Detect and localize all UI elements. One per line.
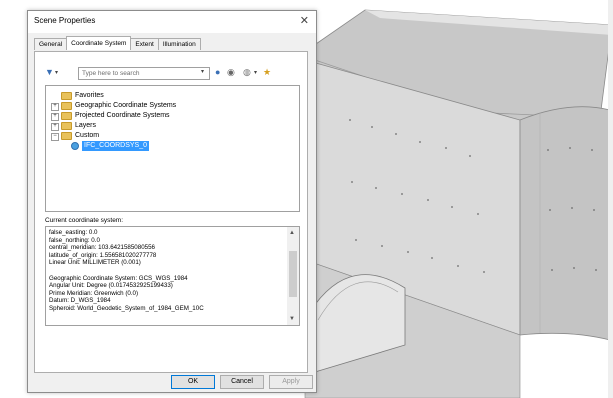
- search-icon[interactable]: ●: [215, 67, 220, 77]
- tab-strip: General Coordinate System Extent Illumin…: [34, 36, 201, 52]
- dialog-titlebar[interactable]: Scene Properties ✕: [28, 11, 316, 33]
- tree-item-label: Custom: [75, 132, 100, 139]
- info-line: false_northing: 0.0: [49, 236, 100, 244]
- coordinate-details-box[interactable]: false_easting: 0.0 false_northing: 0.0 c…: [45, 226, 300, 326]
- ok-button[interactable]: OK: [171, 375, 215, 389]
- vertical-scrollbar[interactable]: ▲ ▼: [287, 227, 299, 325]
- tree-item-label: Favorites: [75, 92, 104, 99]
- coordinate-tree[interactable]: Favorites + Geographic Coordinate System…: [45, 85, 300, 212]
- tab-coordinate-system[interactable]: Coordinate System: [66, 36, 132, 50]
- tree-item-label: Projected Coordinate Systems: [75, 112, 170, 119]
- scroll-down-icon[interactable]: ▼: [289, 316, 295, 322]
- info-line: false_easting: 0.0: [49, 229, 98, 236]
- info-line: Datum: D_WGS_1984: [49, 297, 111, 305]
- filter-dropdown-icon[interactable]: ▾: [55, 69, 58, 76]
- expand-icon[interactable]: +: [51, 113, 59, 121]
- globe-dropdown-icon[interactable]: ▾: [254, 69, 257, 76]
- tree-item-label: Layers: [75, 122, 97, 129]
- close-icon[interactable]: ✕: [300, 14, 309, 27]
- dialog-title: Scene Properties: [34, 16, 96, 25]
- info-line: Prime Meridian: Greenwich (0.0): [49, 289, 139, 297]
- globe-icon[interactable]: ◍: [243, 67, 251, 78]
- info-line: Angular Unit: Degree (0.0174532925199433…: [49, 282, 173, 290]
- folder-icon: [61, 122, 72, 130]
- current-coordinate-system-label: Current coordinate system:: [45, 217, 124, 224]
- folder-icon: [61, 112, 72, 120]
- collapse-icon[interactable]: −: [51, 133, 59, 141]
- add-favorite-icon[interactable]: ★: [263, 67, 271, 78]
- folder-icon: [61, 102, 72, 110]
- tab-general[interactable]: General: [34, 38, 68, 50]
- info-line: central_meridian: 103.6421585080556: [49, 244, 155, 252]
- clear-icon[interactable]: ◉: [227, 67, 235, 78]
- tree-item-label: Geographic Coordinate Systems: [75, 102, 177, 109]
- search-input[interactable]: Type here to search: [78, 67, 210, 80]
- tree-item-label: IFC_COORDSYS_0: [82, 141, 150, 151]
- globe-icon: [71, 142, 79, 150]
- scrollbar-thumb[interactable]: [289, 251, 297, 297]
- coordinate-details-text: false_easting: 0.0 false_northing: 0.0 c…: [49, 229, 284, 313]
- cancel-button[interactable]: Cancel: [220, 375, 264, 389]
- info-line: Geographic Coordinate System: GCS_WGS_19…: [49, 274, 188, 282]
- folder-open-icon: [61, 132, 72, 140]
- info-line: latitude_of_origin: 1.556581020277778: [49, 251, 157, 259]
- chevron-down-icon[interactable]: ▾: [201, 68, 204, 75]
- scroll-up-icon[interactable]: ▲: [289, 230, 295, 236]
- tab-extent[interactable]: Extent: [130, 38, 159, 50]
- info-line: Linear Unit: MILLIMETER (0.001): [49, 259, 141, 267]
- filter-icon[interactable]: ▼: [45, 67, 54, 77]
- coordinate-system-panel: ▼ ▾ Type here to search ▾ ● ◉ ◍ ▾ ★ Favo…: [34, 51, 308, 373]
- scene-properties-dialog: Scene Properties ✕ General Coordinate Sy…: [27, 10, 317, 393]
- folder-icon: [61, 92, 72, 100]
- expand-icon[interactable]: +: [51, 123, 59, 131]
- info-line: [49, 267, 284, 275]
- apply-button[interactable]: Apply: [269, 375, 313, 389]
- expand-icon[interactable]: +: [51, 103, 59, 111]
- info-line: Spheroid: World_Geodetic_System_of_1984_…: [49, 304, 204, 312]
- tab-illumination[interactable]: Illumination: [157, 38, 201, 50]
